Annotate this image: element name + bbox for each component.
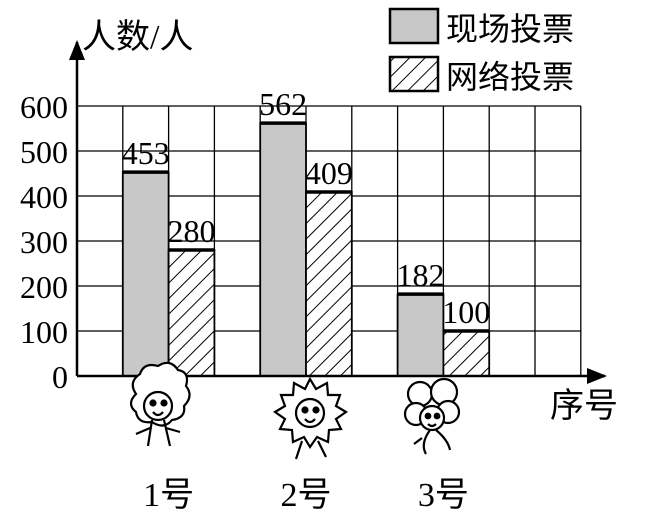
flower-mascot-icon bbox=[129, 361, 191, 447]
y-tick-labels: 0 100 200 300 400 500 600 bbox=[20, 89, 68, 395]
bar-1-3 bbox=[396, 293, 445, 377]
y-tick-label-6: 600 bbox=[20, 89, 68, 125]
legend: 现场投票 网络投票 bbox=[388, 7, 574, 95]
bar-2-2 bbox=[305, 191, 353, 377]
y-tick-label-5: 500 bbox=[20, 134, 68, 170]
data-label-2-3: 100 bbox=[442, 294, 490, 330]
y-axis-label: 人数/人 bbox=[82, 18, 193, 56]
bar-2-3 bbox=[442, 330, 491, 377]
bar-chart: 0100200300400500600 453280562409182100 人… bbox=[20, 7, 618, 514]
legend-swatch-series-2 bbox=[388, 55, 440, 93]
legend-label-series-1: 现场投票 bbox=[446, 11, 574, 47]
legend-swatch-series-1 bbox=[388, 7, 440, 45]
y-tick-label-4: 400 bbox=[20, 179, 68, 215]
data-label-1-1: 453 bbox=[122, 135, 170, 171]
y-tick-label-3: 300 bbox=[20, 224, 68, 260]
category-label-3: 3号 bbox=[418, 477, 469, 514]
y-tick-label-0: 0 bbox=[52, 359, 68, 395]
data-label-2-2: 409 bbox=[305, 155, 353, 191]
sun-mascot-icon bbox=[272, 376, 349, 460]
bar-1-2 bbox=[259, 122, 307, 377]
y-tick-label-2: 200 bbox=[20, 269, 68, 305]
bar-2-1 bbox=[167, 249, 216, 377]
clover-mascot-icon bbox=[403, 377, 461, 455]
legend-label-series-2: 网络投票 bbox=[446, 59, 574, 95]
bar-1-1 bbox=[121, 171, 170, 377]
category-labels: 1号 2号 3号 bbox=[143, 477, 469, 514]
data-label-1-2: 562 bbox=[259, 86, 307, 122]
y-tick-label-1: 100 bbox=[20, 314, 68, 350]
x-axis-label: 序号 bbox=[550, 387, 618, 425]
data-label-1-3: 182 bbox=[397, 257, 445, 293]
data-label-2-1: 280 bbox=[168, 213, 216, 249]
category-label-2: 2号 bbox=[281, 477, 332, 514]
category-label-1: 1号 bbox=[143, 477, 194, 514]
